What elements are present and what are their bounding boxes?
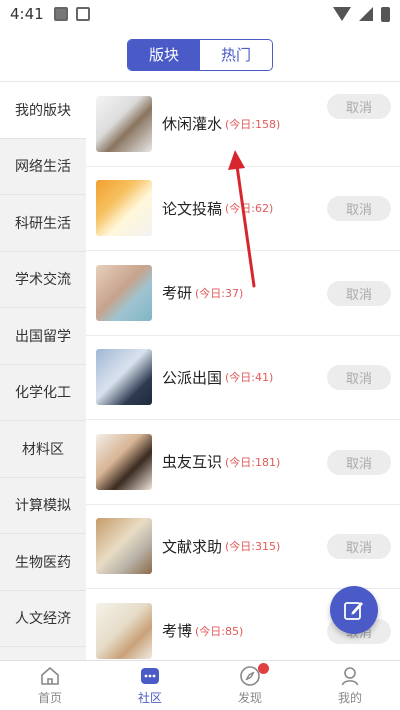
today-count: (今日:41) — [225, 371, 274, 385]
compose-button[interactable] — [330, 586, 378, 634]
forum-name: 公派出国 — [162, 368, 223, 387]
forum-thumbnail — [96, 264, 152, 321]
forum-name: 虫友互识 — [162, 453, 223, 472]
sidebar-item-humanities-economics[interactable]: 人文经济 — [0, 591, 86, 647]
sidebar-item-my-sections[interactable]: 我的版块 — [0, 82, 86, 139]
community-icon — [139, 665, 161, 687]
list-item[interactable]: 公派出国 (今日:41) 取消 — [86, 336, 400, 420]
sidebar-item-online-life[interactable]: 网络生活 — [0, 139, 86, 195]
top-header: 版块 热门 — [0, 28, 400, 82]
forum-thumbnail — [96, 518, 152, 575]
unfollow-button[interactable]: 取消 — [327, 534, 391, 560]
forum-name: 考研 — [162, 284, 193, 303]
profile-icon — [339, 665, 361, 687]
today-count: (今日:181) — [225, 455, 281, 469]
unfollow-button[interactable]: 取消 — [327, 449, 391, 475]
forum-thumbnail — [96, 433, 152, 490]
unfollow-button[interactable]: 取消 — [327, 365, 391, 391]
forum-name: 论文投稿 — [162, 199, 223, 218]
bottom-tab-bar: 首页 社区 发现 我的 — [0, 660, 400, 710]
sidebar-item-academic-exchange[interactable]: 学术交流 — [0, 252, 86, 308]
sidebar-item-materials[interactable]: 材料区 — [0, 421, 86, 478]
today-count: (今日:158) — [225, 117, 281, 131]
tab-label: 社区 — [137, 691, 162, 705]
tab-discover[interactable]: 发现 — [200, 661, 300, 710]
today-count: (今日:315) — [225, 540, 281, 554]
home-icon — [39, 665, 61, 687]
sidebar-item-computation[interactable]: 计算模拟 — [0, 478, 86, 534]
tab-home[interactable]: 首页 — [0, 661, 100, 710]
unfollow-button[interactable]: 取消 — [327, 93, 391, 119]
section-segmented-control: 版块 热门 — [127, 38, 273, 71]
tab-profile[interactable]: 我的 — [300, 661, 400, 710]
edit-icon — [344, 602, 363, 620]
forum-thumbnail — [96, 349, 152, 406]
category-sidebar: 我的版块 网络生活 科研生活 学术交流 出国留学 化学化工 材料区 计算模拟 生… — [0, 82, 86, 660]
tab-label: 发现 — [237, 691, 262, 705]
today-count: (今日:37) — [195, 286, 244, 300]
notification-badge — [258, 663, 269, 674]
forum-name: 考博 — [162, 622, 193, 641]
sidebar-item-research-life[interactable]: 科研生活 — [0, 195, 86, 252]
unfollow-button[interactable]: 取消 — [327, 280, 391, 306]
forum-thumbnail — [96, 180, 152, 237]
forum-name: 休闲灌水 — [162, 115, 223, 134]
sidebar-item-biomedicine[interactable]: 生物医药 — [0, 534, 86, 591]
tab-community[interactable]: 社区 — [100, 661, 200, 710]
list-item[interactable]: 休闲灌水 (今日:158) 取消 — [86, 82, 400, 167]
gallery-notification-icon — [53, 7, 68, 21]
battery-icon — [381, 6, 390, 22]
tab-label: 首页 — [37, 691, 62, 705]
forum-list: 休闲灌水 (今日:158) 取消 论文投稿 (今日:62) 取消 考研 (今日:… — [86, 82, 400, 660]
tab-sections[interactable]: 版块 — [128, 39, 200, 70]
forum-thumbnail — [96, 95, 152, 152]
tab-hot[interactable]: 热门 — [200, 39, 272, 70]
list-item[interactable]: 虫友互识 (今日:181) 取消 — [86, 420, 400, 505]
today-count: (今日:62) — [225, 202, 274, 216]
list-item[interactable]: 文献求助 (今日:315) 取消 — [86, 505, 400, 589]
list-item[interactable]: 考研 (今日:37) 取消 — [86, 251, 400, 336]
app-notification-icon — [75, 7, 90, 21]
forum-thumbnail — [96, 602, 152, 659]
sidebar-item-study-abroad[interactable]: 出国留学 — [0, 308, 86, 365]
signal-icon — [359, 7, 373, 21]
forum-name: 文献求助 — [162, 537, 223, 556]
unfollow-button[interactable]: 取消 — [327, 196, 391, 222]
tab-label: 我的 — [337, 691, 362, 705]
today-count: (今日:85) — [195, 624, 244, 638]
sidebar-item-chemistry[interactable]: 化学化工 — [0, 365, 86, 421]
list-item[interactable]: 论文投稿 (今日:62) 取消 — [86, 167, 400, 251]
wifi-icon — [333, 7, 351, 21]
status-bar: 4:41 — [0, 0, 400, 28]
status-time: 4:41 — [10, 5, 44, 23]
